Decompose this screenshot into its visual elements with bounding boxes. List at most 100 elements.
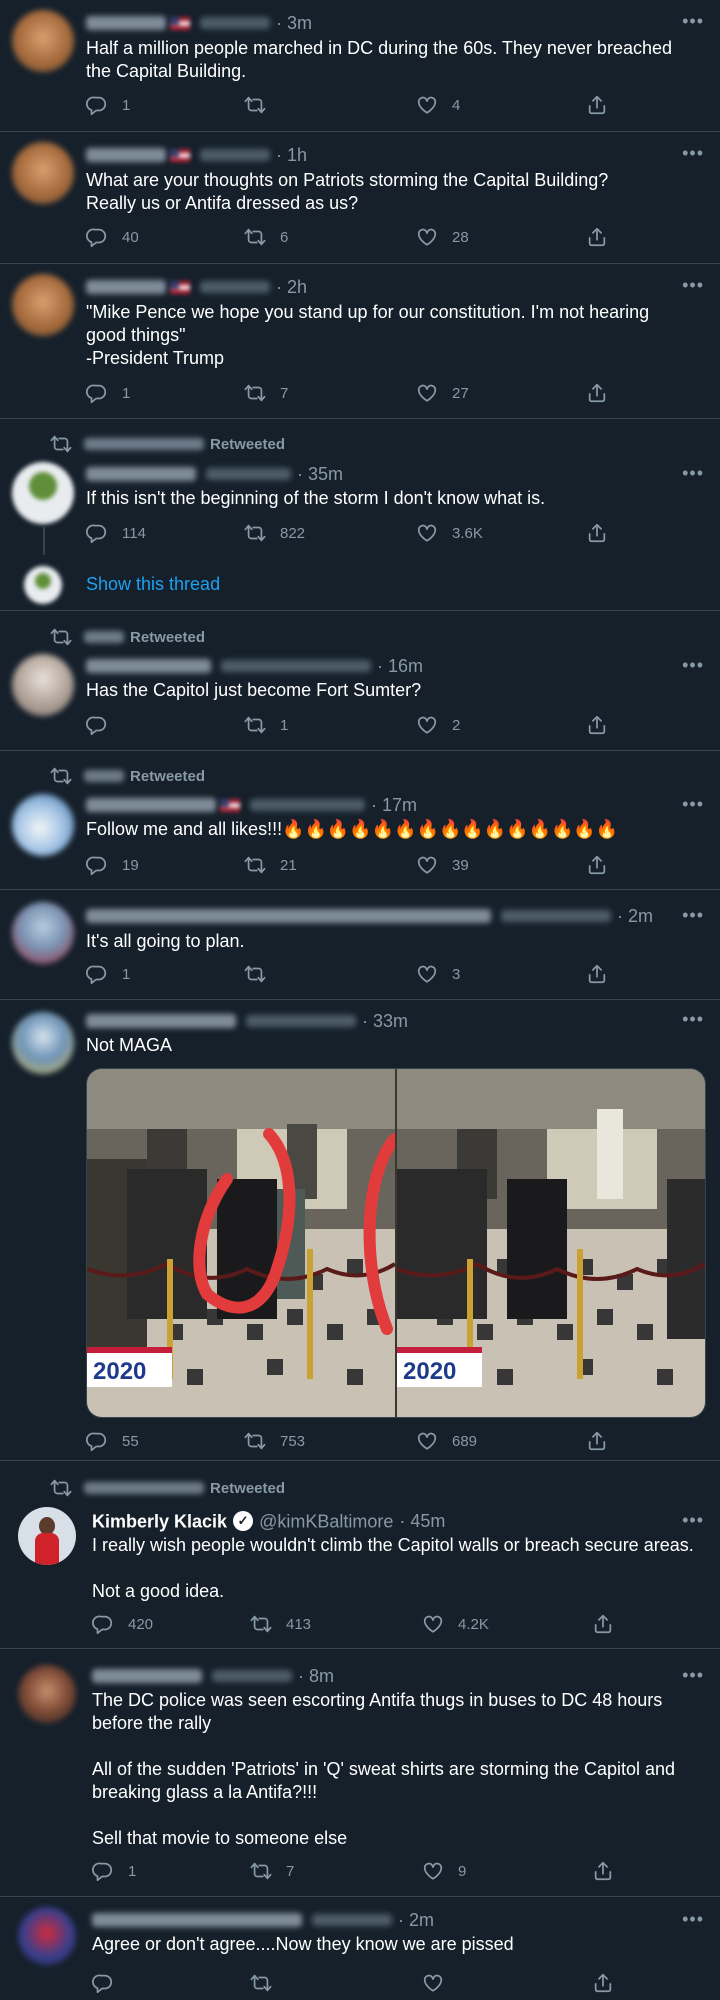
author-name[interactable] — [86, 909, 491, 924]
author-name[interactable] — [92, 1913, 302, 1928]
author-handle[interactable] — [212, 1670, 292, 1683]
share-button[interactable] — [586, 520, 608, 546]
more-icon[interactable]: ••• — [682, 12, 704, 30]
timestamp[interactable]: · 45m — [399, 1511, 445, 1531]
share-button[interactable] — [586, 712, 608, 738]
share-button[interactable] — [586, 852, 608, 878]
timestamp[interactable]: · 8m — [298, 1666, 334, 1686]
tweet[interactable]: Retweeted · 16m ••• Has the Capitol just… — [0, 611, 720, 751]
retweet-button[interactable]: 6 — [244, 224, 288, 250]
retweeter-name[interactable] — [84, 631, 124, 643]
share-button[interactable] — [592, 1970, 614, 1996]
author-name[interactable] — [86, 467, 196, 482]
more-icon[interactable]: ••• — [682, 1511, 704, 1529]
like-button[interactable]: 2 — [416, 712, 460, 738]
tweet[interactable]: · 2m ••• Agree or don't agree....Now the… — [0, 1897, 720, 2000]
tweet[interactable]: Retweeted · 17m ••• Follow me and all li… — [0, 751, 720, 890]
author-handle[interactable] — [312, 1914, 392, 1927]
more-icon[interactable]: ••• — [682, 795, 704, 813]
author-name[interactable] — [86, 148, 166, 163]
more-icon[interactable]: ••• — [682, 906, 704, 924]
reply-button[interactable] — [92, 1970, 128, 1996]
media-photo[interactable]: 2020 — [397, 1069, 705, 1417]
author-name[interactable] — [86, 798, 216, 813]
timestamp[interactable]: · 16m — [377, 656, 423, 676]
author-handle[interactable] — [250, 799, 365, 812]
author-handle[interactable] — [221, 660, 371, 673]
author-handle[interactable] — [200, 149, 270, 162]
timestamp[interactable]: · 33m — [362, 1011, 408, 1031]
timestamp[interactable]: · 3m — [276, 13, 312, 33]
avatar[interactable] — [12, 462, 74, 524]
avatar[interactable] — [12, 902, 74, 964]
retweet-button[interactable]: 7 — [244, 380, 288, 406]
more-icon[interactable]: ••• — [682, 144, 704, 162]
avatar[interactable] — [12, 274, 74, 336]
retweet-button[interactable]: 822 — [244, 520, 305, 546]
more-icon[interactable]: ••• — [682, 464, 704, 482]
like-button[interactable]: 28 — [416, 224, 469, 250]
tweet[interactable]: Retweeted · 35m ••• If this isn't the be… — [0, 419, 720, 611]
share-button[interactable] — [586, 961, 608, 987]
like-button[interactable]: 9 — [422, 1858, 466, 1884]
reply-button[interactable]: 1 — [92, 1858, 136, 1884]
like-button[interactable]: 39 — [416, 852, 469, 878]
thread-avatar[interactable] — [24, 566, 62, 604]
show-thread-link[interactable]: Show this thread — [86, 574, 220, 595]
tweet[interactable]: · 2m ••• It's all going to plan. 1 3 — [0, 890, 720, 1000]
retweeter-name[interactable] — [84, 770, 124, 782]
like-button[interactable]: 4 — [416, 92, 460, 118]
tweet[interactable]: · 3m ••• Half a million people marched i… — [0, 0, 720, 132]
timestamp[interactable]: · 17m — [371, 795, 417, 815]
avatar[interactable] — [18, 1907, 76, 1965]
retweeted-by[interactable]: Retweeted — [50, 766, 205, 786]
share-button[interactable] — [586, 380, 608, 406]
author-name[interactable] — [86, 659, 211, 674]
timestamp[interactable]: · 35m — [297, 464, 343, 484]
avatar[interactable] — [12, 1012, 74, 1074]
retweeted-by[interactable]: Retweeted — [50, 434, 285, 454]
avatar[interactable] — [18, 1507, 76, 1565]
author-handle[interactable]: @kimKBaltimore — [259, 1511, 393, 1531]
reply-button[interactable]: 1 — [86, 961, 130, 987]
timestamp[interactable]: · 2h — [276, 277, 307, 297]
share-button[interactable] — [592, 1858, 614, 1884]
more-icon[interactable]: ••• — [682, 1666, 704, 1684]
reply-button[interactable] — [86, 712, 122, 738]
more-icon[interactable]: ••• — [682, 656, 704, 674]
retweet-button[interactable]: 413 — [250, 1611, 311, 1637]
retweeted-by[interactable]: Retweeted — [50, 1478, 285, 1498]
share-button[interactable] — [586, 224, 608, 250]
tweet[interactable]: Retweeted Kimberly Klacik ✓ @kimKBaltimore… — [0, 1461, 720, 1649]
author-handle[interactable] — [200, 17, 270, 30]
retweet-button[interactable]: 7 — [250, 1858, 294, 1884]
tweet[interactable]: · 8m ••• The DC police was seen escortin… — [0, 1649, 720, 1897]
reply-button[interactable]: 114 — [86, 520, 146, 546]
retweet-button[interactable] — [244, 961, 280, 987]
tweet[interactable]: · 2h ••• "Mike Pence we hope you stand u… — [0, 264, 720, 419]
author-name[interactable]: Kimberly Klacik — [92, 1511, 227, 1531]
retweet-button[interactable]: 1 — [244, 712, 288, 738]
avatar[interactable] — [18, 1665, 76, 1723]
retweet-button[interactable] — [244, 92, 280, 118]
reply-button[interactable]: 19 — [86, 852, 139, 878]
retweet-button[interactable]: 21 — [244, 852, 297, 878]
retweet-button[interactable] — [250, 1970, 286, 1996]
avatar[interactable] — [12, 10, 74, 72]
retweet-button[interactable]: 753 — [244, 1428, 305, 1454]
author-handle[interactable] — [501, 910, 611, 923]
like-button[interactable]: 3.6K — [416, 520, 483, 546]
retweeted-by[interactable]: Retweeted — [50, 627, 205, 647]
author-name[interactable] — [86, 16, 166, 31]
reply-button[interactable]: 1 — [86, 92, 130, 118]
avatar[interactable] — [12, 794, 74, 856]
author-handle[interactable] — [200, 281, 270, 294]
like-button[interactable]: 689 — [416, 1428, 477, 1454]
media-photo[interactable]: 2020 — [87, 1069, 395, 1417]
timestamp[interactable]: · 2m — [398, 1910, 434, 1930]
reply-button[interactable]: 40 — [86, 224, 139, 250]
tweet-media[interactable]: 2020 2020 — [86, 1068, 706, 1418]
reply-button[interactable]: 420 — [92, 1611, 153, 1637]
like-button[interactable]: 3 — [416, 961, 460, 987]
author-handle[interactable] — [246, 1015, 356, 1028]
